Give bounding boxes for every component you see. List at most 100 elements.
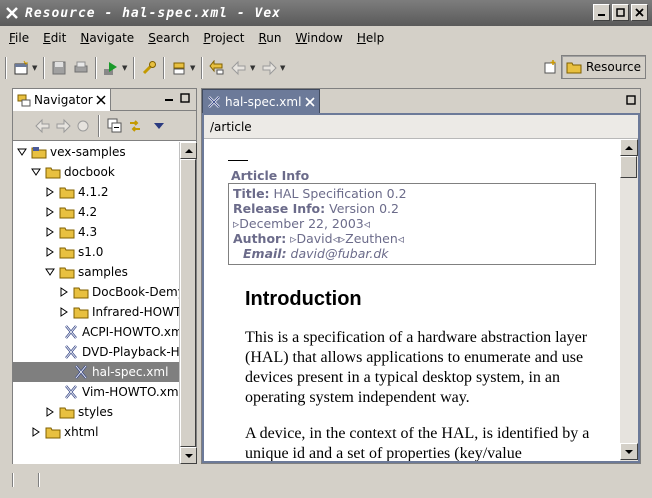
forward-button[interactable] (258, 57, 280, 79)
email-label: Email: (243, 246, 287, 261)
expanded-twisty-icon[interactable] (17, 147, 27, 157)
menu-edit[interactable]: Edit (36, 31, 73, 45)
scroll-up-button[interactable] (180, 142, 197, 159)
navigator-view: Navigator vex-samples docbook 4.1.2 4.2 4.3 s… (12, 88, 197, 464)
xml-file-icon (73, 365, 89, 379)
title-value: HAL Specification 0.2 (269, 186, 407, 201)
scroll-down-button[interactable] (620, 443, 638, 460)
collapse-all-icon[interactable] (107, 118, 123, 134)
collapsed-twisty-icon[interactable] (45, 247, 55, 257)
element-split-marker: ◃▹ (332, 231, 346, 246)
close-editor-icon[interactable] (305, 96, 315, 107)
maximize-view-icon[interactable] (180, 93, 190, 103)
back-button[interactable] (228, 57, 250, 79)
minimize-view-icon[interactable] (164, 93, 174, 103)
scroll-thumb[interactable] (620, 156, 637, 178)
nav-up-icon[interactable] (75, 118, 91, 134)
collapsed-twisty-icon[interactable] (59, 307, 69, 317)
status-separator (12, 473, 14, 487)
expanded-twisty-icon[interactable] (45, 267, 55, 277)
menu-project[interactable]: Project (196, 31, 251, 45)
minimize-icon (598, 14, 605, 16)
collapsed-twisty-icon[interactable] (45, 187, 55, 197)
title-label: Title: (233, 186, 270, 201)
tree-item[interactable]: xhtml (13, 422, 179, 442)
editor-area: hal-spec.xml /article Article Info Title… (201, 88, 641, 464)
scroll-up-button[interactable] (620, 139, 638, 156)
forward-arrow-icon (262, 60, 277, 76)
menu-file[interactable]: File (2, 31, 36, 45)
menu-help[interactable]: Help (350, 31, 391, 45)
maximize-button[interactable] (612, 4, 629, 21)
menu-run[interactable]: Run (251, 31, 288, 45)
open-perspective-tool-button[interactable] (168, 57, 190, 79)
tree-item[interactable]: Infrared-HOWTO (13, 302, 179, 322)
collapsed-twisty-icon[interactable] (59, 287, 69, 297)
toolbar-separator (5, 57, 7, 79)
forward-dropdown-icon[interactable]: ▼ (280, 64, 288, 72)
navigator-vertical-scrollbar[interactable] (179, 142, 197, 464)
new-wizard-icon (14, 60, 29, 75)
open-perspective-button[interactable] (539, 56, 561, 78)
navigator-toolbar (13, 111, 196, 141)
editor-vertical-scrollbar[interactable] (620, 139, 638, 461)
collapsed-twisty-icon[interactable] (45, 227, 55, 237)
tree-item[interactable]: DVD-Playback-HOWTO.xml (13, 342, 179, 362)
tree-item[interactable]: Vim-HOWTO.xml (13, 382, 179, 402)
tree-item-label: xhtml (64, 425, 99, 439)
tree-item[interactable]: ACPI-HOWTO.xml (13, 322, 179, 342)
search-tool-button[interactable] (138, 57, 160, 79)
run-button[interactable] (100, 57, 122, 79)
new-button[interactable] (10, 57, 32, 79)
status-separator (38, 473, 40, 487)
tree-item-label: samples (78, 265, 128, 279)
maximize-editor-icon[interactable] (626, 95, 636, 105)
tree-item[interactable]: styles (13, 402, 179, 422)
collapsed-twisty-icon[interactable] (45, 207, 55, 217)
scroll-thumb[interactable] (180, 159, 196, 447)
nav-forward-icon[interactable] (55, 118, 71, 134)
resource-perspective-button[interactable]: Resource (560, 55, 646, 79)
new-dropdown-icon[interactable]: ▼ (32, 64, 40, 72)
toolbar-separator (133, 57, 135, 79)
tab-hal-spec[interactable]: hal-spec.xml (202, 89, 321, 113)
link-with-editor-icon[interactable] (127, 118, 143, 134)
view-menu-icon[interactable] (153, 120, 165, 132)
tree-item[interactable]: docbook (13, 162, 179, 182)
collapsed-twisty-icon[interactable] (31, 427, 41, 437)
close-button[interactable] (631, 4, 648, 21)
xml-file-icon (63, 325, 79, 339)
tree-item[interactable]: 4.3 (13, 222, 179, 242)
tree-item[interactable]: DocBook-Demy (13, 282, 179, 302)
tree-item[interactable]: samples (13, 262, 179, 282)
expanded-twisty-icon[interactable] (31, 167, 41, 177)
last-edit-button[interactable] (206, 57, 228, 79)
tree-item[interactable]: hal-spec.xml (13, 362, 179, 382)
tree-item[interactable]: s1.0 (13, 242, 179, 262)
run-dropdown-icon[interactable]: ▼ (122, 64, 130, 72)
close-tab-icon[interactable] (96, 94, 106, 105)
tree-item[interactable]: vex-samples (13, 142, 179, 162)
release-value: Version 0.2 (325, 201, 399, 216)
article-info-box[interactable]: Title: HAL Specification 0.2 Release Inf… (228, 183, 596, 265)
menu-window[interactable]: Window (289, 31, 350, 45)
tab-navigator[interactable]: Navigator (13, 88, 111, 111)
save-button[interactable] (48, 57, 70, 79)
scroll-down-button[interactable] (180, 447, 197, 464)
toolbar-separator (95, 57, 97, 79)
tree-item[interactable]: 4.1.2 (13, 182, 179, 202)
document-canvas[interactable]: Article Info Title: HAL Specification 0.… (204, 139, 620, 461)
minimize-button[interactable] (593, 4, 610, 21)
menu-search[interactable]: Search (141, 31, 196, 45)
back-dropdown-icon[interactable]: ▼ (250, 64, 258, 72)
nav-back-icon[interactable] (35, 118, 51, 134)
menu-navigate[interactable]: Navigate (73, 31, 141, 45)
collapsed-twisty-icon[interactable] (45, 407, 55, 417)
perspective-tool-dropdown-icon[interactable]: ▼ (190, 64, 198, 72)
print-button[interactable] (70, 57, 92, 79)
tree-item-label: hal-spec.xml (92, 365, 169, 379)
tree-item-label: s1.0 (78, 245, 104, 259)
maximize-icon (616, 8, 625, 17)
tree-item[interactable]: 4.2 (13, 202, 179, 222)
author-label: Author: (233, 231, 287, 246)
